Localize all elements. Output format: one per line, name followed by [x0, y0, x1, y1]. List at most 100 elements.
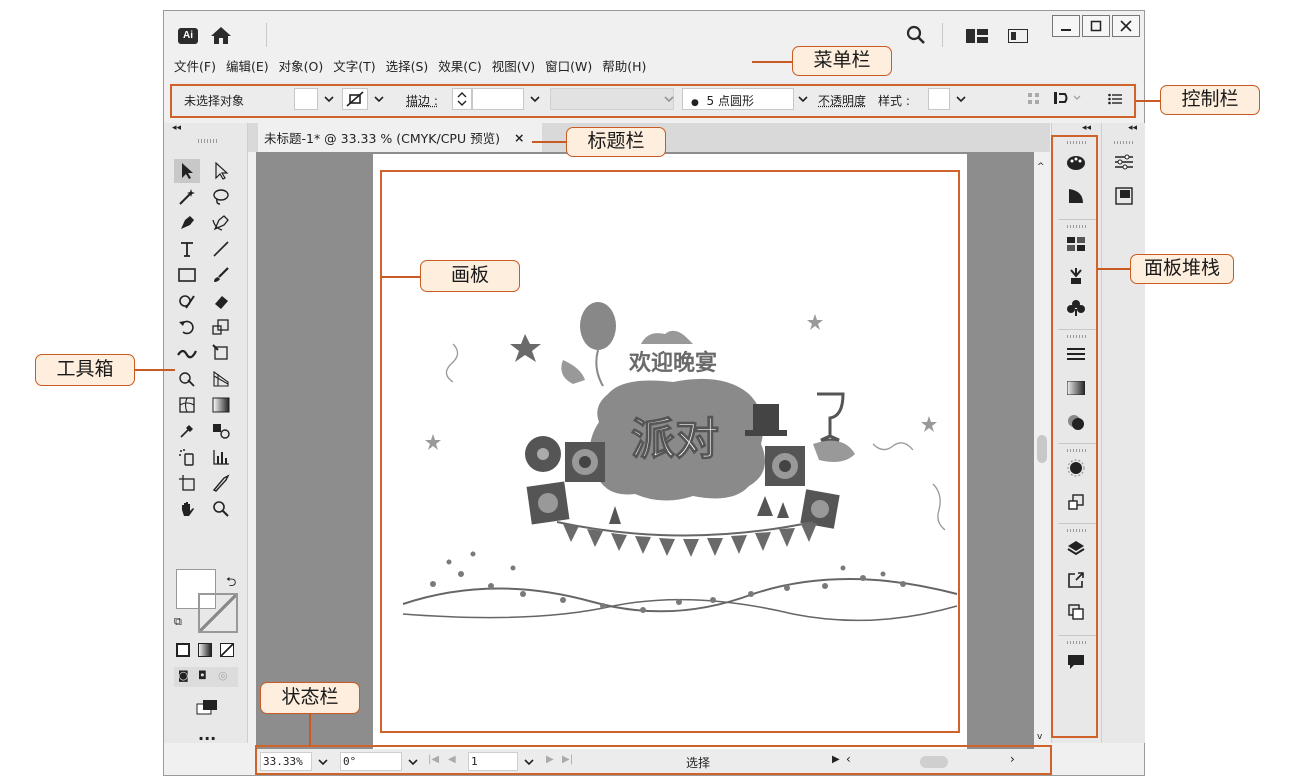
panel-grip[interactable]: [1067, 529, 1087, 532]
menu-list-icon[interactable]: [1108, 93, 1122, 108]
scroll-left-icon[interactable]: ‹: [846, 752, 851, 766]
stroke-dropdown[interactable]: [370, 88, 388, 110]
scroll-right-icon[interactable]: ›: [1010, 752, 1015, 766]
zoom-dropdown[interactable]: [314, 752, 332, 771]
collapse-icon[interactable]: ◂◂: [172, 123, 181, 133]
first-artboard-icon[interactable]: |◀: [428, 754, 439, 765]
blend-tool-icon[interactable]: [208, 419, 234, 443]
artboard[interactable]: 欢迎晚宴 派对: [373, 154, 967, 749]
menu-help[interactable]: 帮助(H): [602, 56, 646, 75]
maximize-button[interactable]: [1082, 15, 1110, 37]
width-tool-icon[interactable]: [174, 341, 200, 365]
swatches-icon[interactable]: [1065, 233, 1087, 255]
gradient-panel-icon[interactable]: [1065, 377, 1087, 399]
shaper-tool-icon[interactable]: [174, 289, 200, 313]
draw-behind-icon[interactable]: ◘: [198, 669, 207, 682]
libraries-icon[interactable]: [1113, 185, 1135, 207]
selection-tool-icon[interactable]: [174, 159, 200, 183]
direct-selection-tool-icon[interactable]: [208, 159, 234, 183]
paintbrush-icon[interactable]: [208, 263, 234, 287]
eyedropper-icon[interactable]: [174, 419, 200, 443]
stroke-stepper[interactable]: [452, 88, 472, 110]
document-tab[interactable]: 未标题-1* @ 33.33 % (CMYK/CPU 预览) ×: [258, 123, 542, 152]
scroll-thumb[interactable]: [1037, 435, 1047, 463]
stroke-label[interactable]: 描边 :: [406, 92, 438, 109]
none-mode-icon[interactable]: [220, 643, 234, 657]
fill-dropdown[interactable]: [320, 88, 338, 110]
close-button[interactable]: [1112, 15, 1140, 37]
layers-icon[interactable]: [1065, 537, 1087, 559]
lasso-icon[interactable]: [208, 185, 234, 209]
properties-icon[interactable]: [1113, 151, 1135, 173]
scroll-up-icon[interactable]: ^: [1037, 162, 1045, 172]
curvature-tool-icon[interactable]: [208, 211, 234, 235]
menu-object[interactable]: 对象(O): [279, 56, 324, 75]
color-mode-icon[interactable]: [176, 643, 190, 657]
transform-icon[interactable]: [1054, 91, 1084, 108]
hand-tool-icon[interactable]: [174, 497, 200, 521]
shape-builder-icon[interactable]: [174, 367, 200, 391]
perspective-grid-icon[interactable]: [208, 367, 234, 391]
stroke-panel-icon[interactable]: [1065, 343, 1087, 365]
canvas-area[interactable]: 欢迎晚宴 派对: [256, 152, 1034, 749]
artboards-panel-icon[interactable]: [1065, 601, 1087, 623]
brush-dropdown[interactable]: [794, 88, 812, 110]
style-dropdown[interactable]: [952, 88, 970, 110]
artboard-number-field[interactable]: 1: [468, 752, 518, 771]
appearance-icon[interactable]: [1065, 457, 1087, 479]
screen-mode-icon[interactable]: [194, 695, 220, 719]
menu-view[interactable]: 视图(V): [492, 56, 535, 75]
brushes-icon[interactable]: [1065, 265, 1087, 287]
menu-effect[interactable]: 效果(C): [438, 56, 481, 75]
color-panel-icon[interactable]: [1065, 151, 1087, 173]
toolbox-grip[interactable]: [198, 139, 218, 143]
next-artboard-icon[interactable]: ▶: [546, 754, 554, 765]
close-tab-icon[interactable]: ×: [514, 130, 524, 145]
workspace-icon[interactable]: [966, 29, 988, 46]
panel-grip[interactable]: [1067, 225, 1087, 228]
home-icon[interactable]: [210, 25, 232, 48]
column-graph-icon[interactable]: [208, 445, 234, 469]
vertical-scrollbar[interactable]: ^ v: [1034, 152, 1050, 749]
rectangle-tool-icon[interactable]: [174, 263, 200, 287]
slice-tool-icon[interactable]: [208, 471, 234, 495]
opacity-label[interactable]: 不透明度: [818, 92, 866, 109]
menu-edit[interactable]: 编辑(E): [226, 56, 269, 75]
scale-tool-icon[interactable]: [208, 315, 234, 339]
arrange-documents-icon[interactable]: [1008, 29, 1028, 46]
collapse-panels-icon[interactable]: ◂◂: [1082, 123, 1091, 133]
type-tool-icon[interactable]: [174, 237, 200, 261]
symbols-icon[interactable]: [1065, 297, 1087, 319]
symbol-sprayer-icon[interactable]: [174, 445, 200, 469]
default-colors-icon[interactable]: ⧉: [174, 615, 182, 629]
comments-icon[interactable]: [1065, 651, 1087, 673]
draw-normal-icon[interactable]: ◙: [178, 669, 189, 682]
status-menu-icon[interactable]: ▶: [832, 754, 840, 765]
horizontal-scroll-thumb[interactable]: [920, 756, 948, 768]
align-grid-icon[interactable]: [1028, 93, 1040, 108]
stroke-weight-input[interactable]: [472, 88, 524, 110]
panel-grip[interactable]: [1067, 641, 1087, 644]
rotation-field[interactable]: 0°: [340, 752, 402, 771]
artboard-tool-icon[interactable]: [174, 471, 200, 495]
mesh-tool-icon[interactable]: [174, 393, 200, 417]
magic-wand-icon[interactable]: [174, 185, 200, 209]
profile-dropdown[interactable]: [660, 88, 678, 110]
stroke-swatch[interactable]: [342, 88, 368, 110]
more-tools-icon[interactable]: ···: [198, 729, 216, 748]
menu-window[interactable]: 窗口(W): [545, 56, 592, 75]
stroke-weight-dropdown[interactable]: [526, 88, 544, 110]
panel-grip[interactable]: [1067, 141, 1087, 144]
panel-grip[interactable]: [1067, 449, 1087, 452]
artboard-dropdown[interactable]: [520, 752, 538, 771]
zoom-tool-icon[interactable]: [208, 497, 234, 521]
last-artboard-icon[interactable]: ▶|: [562, 754, 573, 765]
rotation-dropdown[interactable]: [404, 752, 422, 771]
stroke-color-box[interactable]: [198, 593, 238, 633]
menu-type[interactable]: 文字(T): [333, 56, 375, 75]
eraser-icon[interactable]: [208, 289, 234, 313]
gradient-tool-icon[interactable]: [208, 393, 234, 417]
rotate-tool-icon[interactable]: [174, 315, 200, 339]
swap-colors-icon[interactable]: ⮌: [226, 573, 236, 595]
brush-definition[interactable]: ● 5 点圆形: [682, 88, 794, 110]
